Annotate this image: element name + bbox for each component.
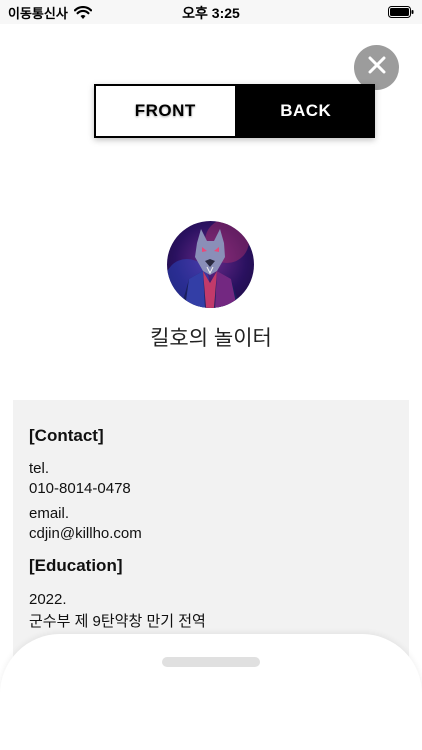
education-heading: [Education] xyxy=(29,556,123,575)
front-button[interactable]: FRONT xyxy=(94,84,237,138)
battery-icon xyxy=(388,5,414,18)
profile-name: 킬호의 놀이터 xyxy=(150,327,272,350)
tel-label: tel. xyxy=(29,460,50,477)
back-button[interactable]: BACK xyxy=(236,84,375,138)
tel-value: 010-8014-0478 xyxy=(29,480,131,497)
close-icon xyxy=(367,55,387,80)
wolf-portrait-icon xyxy=(167,221,249,308)
avatar xyxy=(167,221,254,308)
email-value: cdjin@killho.com xyxy=(29,525,142,542)
sheet-grabber-handle[interactable] xyxy=(162,657,260,667)
status-time: 오후 3:25 xyxy=(182,5,240,21)
bottom-sheet[interactable] xyxy=(0,634,422,750)
education-year: 2022. xyxy=(29,591,67,608)
email-label: email. xyxy=(29,505,70,522)
screen: 이동통신사 오후 3:25 FRONT BACK 킬호의 놀이터 [Contac… xyxy=(0,0,422,750)
contact-heading: [Contact] xyxy=(29,426,104,445)
education-detail: 군수부 제 9탄약창 만기 전역 xyxy=(29,613,206,630)
status-bar: 이동통신사 오후 3:25 xyxy=(0,0,422,24)
front-back-toggle: FRONT BACK xyxy=(94,84,375,138)
